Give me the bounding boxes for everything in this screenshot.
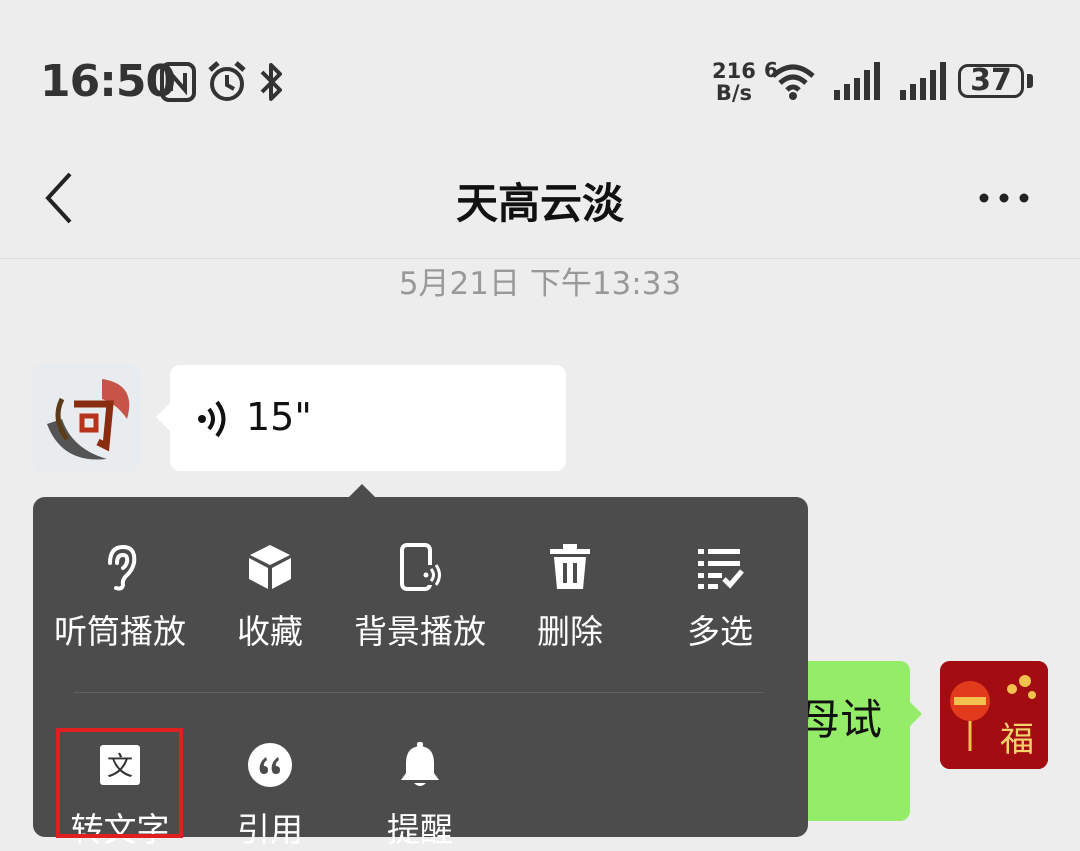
background-play-icon — [400, 543, 441, 591]
menu-item-label: 提醒 — [387, 810, 453, 849]
menu-item-earpiece-play[interactable]: 听筒播放 — [45, 497, 195, 651]
battery-level: 37 — [970, 63, 1012, 98]
status-time: 16:50 — [40, 56, 176, 107]
menu-item-remind[interactable]: 提醒 — [345, 695, 495, 849]
chat-header: 天高云淡 — [0, 140, 1080, 259]
signal-icon — [834, 62, 880, 100]
menu-pointer — [348, 484, 376, 498]
quote-icon — [248, 743, 292, 787]
alarm-icon — [208, 61, 246, 101]
bubble-tail — [908, 700, 922, 728]
menu-item-delete[interactable]: 删除 — [495, 497, 645, 651]
voice-wave-icon — [198, 400, 226, 438]
highlight-annotation — [56, 728, 183, 838]
menu-divider — [74, 692, 764, 693]
net-speed: 216 B/s — [712, 60, 756, 104]
voice-duration: 15" — [246, 395, 312, 439]
message-timestamp: 5月21日 下午13:33 — [398, 266, 682, 302]
menu-item-label: 多选 — [687, 612, 753, 651]
avatar[interactable] — [32, 364, 140, 472]
bluetooth-icon — [260, 63, 282, 101]
battery-cap — [1027, 74, 1033, 88]
battery-icon: 37 — [958, 63, 1024, 98]
avatar-image: 福 — [940, 661, 1048, 769]
avatar[interactable]: 福 — [940, 661, 1048, 769]
menu-item-quote[interactable]: 引用 — [195, 695, 345, 849]
multiselect-icon — [698, 549, 744, 589]
net-speed-unit: B/s — [715, 81, 753, 105]
sent-message-text: 母试 — [798, 695, 883, 744]
voice-message-bubble[interactable]: 15" — [156, 365, 566, 471]
menu-item-background-play[interactable]: 背景播放 — [345, 497, 495, 651]
svg-text:福: 福 — [1000, 720, 1034, 760]
status-bar: 16:50 216 B/s 6 37 — [0, 0, 1080, 140]
more-icon[interactable] — [974, 188, 1034, 208]
menu-item-multiselect[interactable]: 多选 — [645, 497, 795, 651]
nfc-icon — [160, 62, 196, 102]
trash-icon — [550, 544, 590, 589]
chat-title: 天高云淡 — [455, 179, 624, 228]
ear-icon — [108, 544, 137, 591]
wifi-icon — [771, 64, 815, 100]
cube-icon — [249, 545, 291, 589]
net-speed-value: 216 — [712, 59, 756, 83]
menu-item-favorite[interactable]: 收藏 — [195, 497, 345, 651]
bell-icon — [401, 742, 439, 786]
avatar-image — [32, 364, 140, 472]
signal-icon — [900, 62, 946, 100]
